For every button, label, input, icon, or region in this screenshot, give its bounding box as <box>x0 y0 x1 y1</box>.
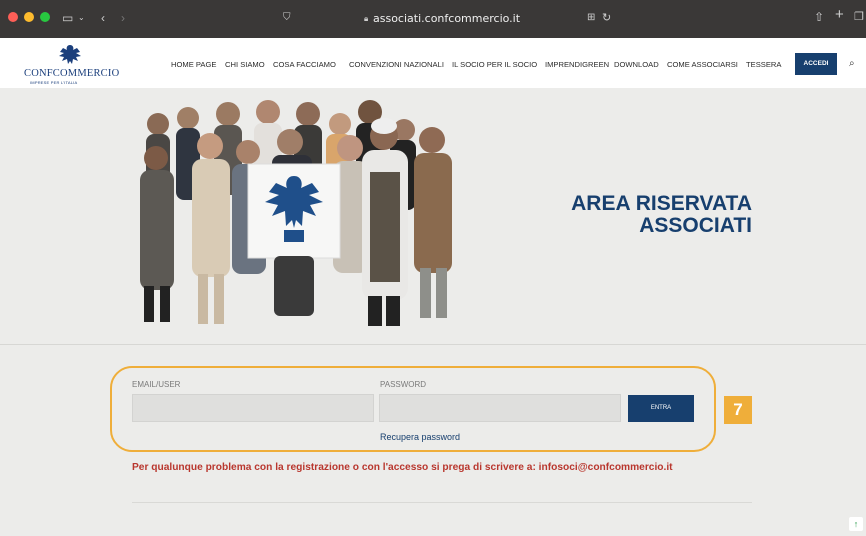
close-window-button[interactable] <box>8 12 18 22</box>
translate-icon[interactable]: ⊞ <box>587 11 595 25</box>
hero-title-line2: ASSOCIATI <box>639 214 752 237</box>
section-divider <box>0 344 866 345</box>
reload-icon[interactable]: ↻ <box>602 11 611 25</box>
tabs-icon[interactable]: ❐ <box>854 10 864 24</box>
forward-icon[interactable]: › <box>121 11 125 25</box>
hero-title-line1: AREA RISERVATA <box>571 192 752 215</box>
nav-socio-per-il-socio[interactable]: IL SOCIO PER IL SOCIO <box>452 60 537 69</box>
minimize-window-button[interactable] <box>24 12 34 22</box>
back-icon[interactable]: ‹ <box>101 11 105 25</box>
plus-icon[interactable]: + <box>835 7 844 22</box>
nav-tessera[interactable]: TESSERA <box>746 60 781 69</box>
annotation-highlight <box>110 366 716 452</box>
nav-home[interactable]: HOME PAGE <box>171 60 216 69</box>
hero-people-image <box>140 100 452 326</box>
nav-convenzioni[interactable]: CONVENZIONI NAZIONALI <box>349 60 444 69</box>
annotation-badge: 7 <box>724 396 752 424</box>
lock-icon: 🔒︎ <box>364 14 369 23</box>
nav-cosa-facciamo[interactable]: COSA FACCIAMO <box>273 60 336 69</box>
support-notice: Per qualunque problema con la registrazi… <box>132 462 673 473</box>
nav-imprendigreen[interactable]: IMPRENDIGREEN <box>545 60 609 69</box>
hero-title: AREA RISERVATA ASSOCIATI <box>571 193 752 237</box>
logo-text[interactable]: CONFCOMMERCIO <box>24 68 119 79</box>
eagle-logo-icon[interactable] <box>57 43 83 67</box>
address-bar[interactable]: associati.confcommercio.it <box>373 12 520 25</box>
share-icon[interactable]: ⇧ <box>814 10 824 24</box>
search-icon[interactable]: ⌕ <box>849 58 855 69</box>
accedi-button[interactable]: ACCEDI <box>795 53 837 75</box>
shield-icon[interactable]: ⛉ <box>283 11 291 25</box>
nav-come-associarsi[interactable]: COME ASSOCIARSI <box>667 60 738 69</box>
browser-toolbar: ▭ ⌄ ‹ › ⛉ 🔒︎ associati.confcommercio.it … <box>0 0 866 38</box>
nav-download[interactable]: DOWNLOAD <box>614 60 659 69</box>
chevron-down-icon[interactable]: ⌄ <box>78 11 85 25</box>
footer-divider <box>132 502 752 503</box>
zoom-window-button[interactable] <box>40 12 50 22</box>
nav-chi-siamo[interactable]: CHI SIAMO <box>225 60 265 69</box>
logo-tagline: IMPRESE PER L'ITALIA <box>30 80 78 85</box>
sidebar-icon[interactable]: ▭ <box>62 11 73 25</box>
accessibility-icon[interactable]: ↑ <box>849 517 863 531</box>
